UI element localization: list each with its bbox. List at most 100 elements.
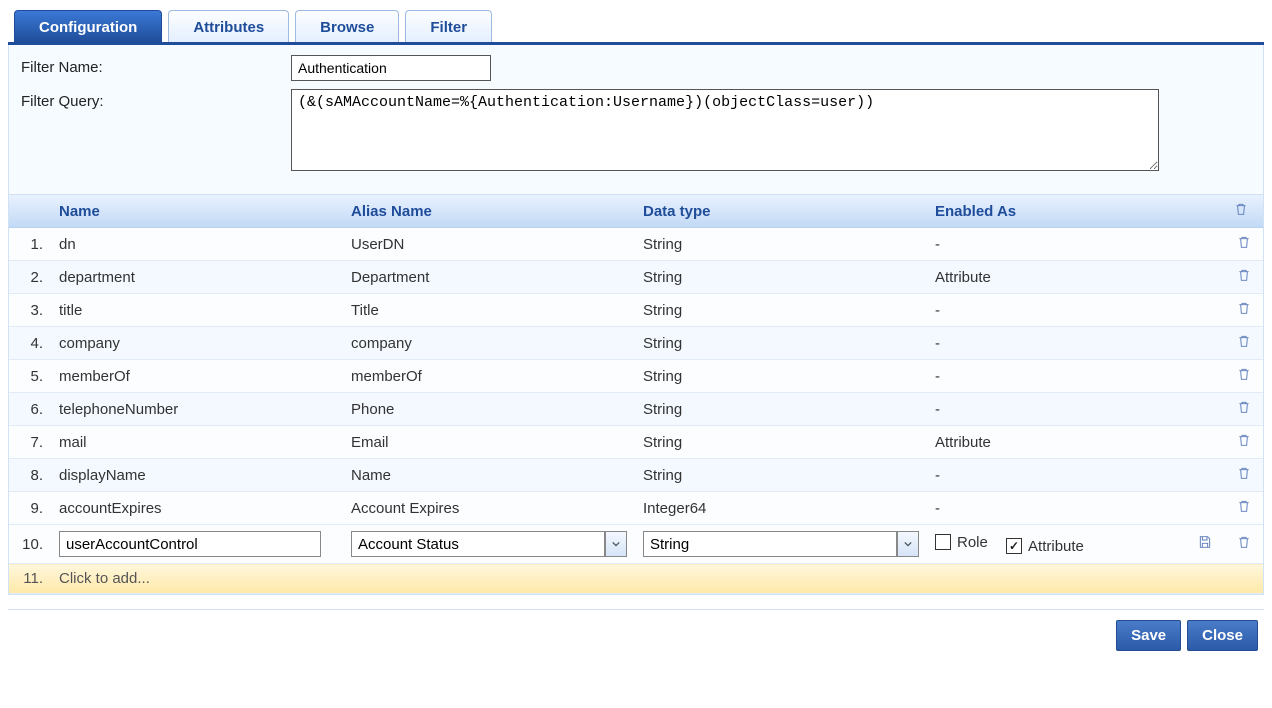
row-type-combo[interactable]	[643, 531, 919, 557]
row-name: displayName	[51, 459, 343, 492]
attribute-checkbox-label: Attribute	[1028, 538, 1084, 555]
col-alias-name[interactable]: Alias Name	[343, 195, 635, 228]
row-alias: memberOf	[343, 360, 635, 393]
row-name: department	[51, 261, 343, 294]
row-index: 6.	[9, 393, 51, 426]
row-enabled: -	[927, 393, 1225, 426]
row-alias: Email	[343, 426, 635, 459]
delete-row-icon[interactable]	[1236, 534, 1252, 550]
col-index	[9, 195, 51, 228]
row-name: memberOf	[51, 360, 343, 393]
col-name[interactable]: Name	[51, 195, 343, 228]
row-enabled: Attribute	[927, 261, 1225, 294]
row-enabled: -	[927, 360, 1225, 393]
role-checkbox-label: Role	[957, 534, 988, 551]
delete-row-icon[interactable]	[1236, 333, 1252, 349]
table-row[interactable]: 1.dnUserDNString-	[9, 228, 1263, 261]
chevron-down-icon[interactable]	[897, 531, 919, 557]
row-type: String	[635, 393, 927, 426]
delete-row-icon[interactable]	[1236, 465, 1252, 481]
role-checkbox[interactable]: Role	[935, 534, 988, 551]
delete-row-icon[interactable]	[1236, 234, 1252, 250]
row-type: String	[635, 294, 927, 327]
row-index: 8.	[9, 459, 51, 492]
table-row[interactable]: 2.departmentDepartmentStringAttribute	[9, 261, 1263, 294]
table-row[interactable]: 7.mailEmailStringAttribute	[9, 426, 1263, 459]
row-enabled: Attribute	[927, 426, 1225, 459]
row-type: String	[635, 459, 927, 492]
tab-configuration[interactable]: Configuration	[14, 10, 162, 42]
table-row[interactable]: 8.displayNameNameString-	[9, 459, 1263, 492]
config-panel: Configuration Attributes Browse Filter F…	[0, 0, 1272, 667]
row-enabled: -	[927, 327, 1225, 360]
row-index: 7.	[9, 426, 51, 459]
footer: Save Close	[8, 609, 1264, 667]
col-action	[1225, 195, 1263, 228]
delete-row-icon[interactable]	[1236, 432, 1252, 448]
row-name: mail	[51, 426, 343, 459]
delete-row-icon[interactable]	[1236, 300, 1252, 316]
table-row[interactable]: 4.companycompanyString-	[9, 327, 1263, 360]
row-enabled: -	[927, 294, 1225, 327]
row-enabled: -	[927, 492, 1225, 525]
tab-browse[interactable]: Browse	[295, 10, 399, 42]
delete-row-icon[interactable]	[1236, 267, 1252, 283]
row-type: String	[635, 327, 927, 360]
row-enabled: -	[927, 459, 1225, 492]
trash-icon	[1233, 201, 1249, 217]
tab-bar: Configuration Attributes Browse Filter	[8, 10, 1264, 45]
row-name: telephoneNumber	[51, 393, 343, 426]
row-name: dn	[51, 228, 343, 261]
table-row-editing: 10.	[9, 525, 1263, 564]
row-name-input[interactable]	[59, 531, 321, 557]
close-button[interactable]: Close	[1187, 620, 1258, 651]
save-button[interactable]: Save	[1116, 620, 1181, 651]
row-index: 3.	[9, 294, 51, 327]
table-row-add[interactable]: 11. Click to add...	[9, 564, 1263, 594]
chevron-down-icon[interactable]	[605, 531, 627, 557]
row-alias: Account Expires	[343, 492, 635, 525]
row-type: Integer64	[635, 492, 927, 525]
table-row[interactable]: 6.telephoneNumberPhoneString-	[9, 393, 1263, 426]
row-index: 1.	[9, 228, 51, 261]
col-data-type[interactable]: Data type	[635, 195, 927, 228]
row-index: 5.	[9, 360, 51, 393]
row-alias-combo[interactable]	[351, 531, 627, 557]
filter-name-input[interactable]	[291, 55, 491, 81]
row-type: String	[635, 360, 927, 393]
row-index: 9.	[9, 492, 51, 525]
delete-row-icon[interactable]	[1236, 498, 1252, 514]
add-row-text[interactable]: Click to add...	[51, 564, 1263, 594]
save-row-icon[interactable]	[1197, 534, 1213, 550]
row-index: 11.	[9, 564, 51, 594]
table-row[interactable]: 9.accountExpiresAccount ExpiresInteger64…	[9, 492, 1263, 525]
row-alias-input[interactable]	[351, 531, 605, 557]
filter-form: Filter Name: Filter Query:	[8, 45, 1264, 195]
delete-row-icon[interactable]	[1236, 399, 1252, 415]
row-type: String	[635, 426, 927, 459]
row-index: 4.	[9, 327, 51, 360]
col-enabled-as[interactable]: Enabled As	[927, 195, 1225, 228]
row-alias: Title	[343, 294, 635, 327]
tab-filter[interactable]: Filter	[405, 10, 492, 42]
checkbox-icon	[1006, 538, 1022, 554]
tab-attributes[interactable]: Attributes	[168, 10, 289, 42]
filter-query-label: Filter Query:	[21, 89, 291, 110]
row-name: company	[51, 327, 343, 360]
delete-row-icon[interactable]	[1236, 366, 1252, 382]
attribute-checkbox[interactable]: Attribute	[1006, 538, 1084, 555]
row-alias: company	[343, 327, 635, 360]
filter-query-input[interactable]	[291, 89, 1159, 171]
attribute-table: Name Alias Name Data type Enabled As 1.d…	[8, 195, 1264, 595]
table-row[interactable]: 5.memberOfmemberOfString-	[9, 360, 1263, 393]
row-name: accountExpires	[51, 492, 343, 525]
row-enabled: -	[927, 228, 1225, 261]
filter-name-label: Filter Name:	[21, 55, 291, 76]
row-type-input[interactable]	[643, 531, 897, 557]
table-row[interactable]: 3.titleTitleString-	[9, 294, 1263, 327]
checkbox-icon	[935, 534, 951, 550]
row-alias: UserDN	[343, 228, 635, 261]
row-index: 2.	[9, 261, 51, 294]
row-alias: Department	[343, 261, 635, 294]
row-name: title	[51, 294, 343, 327]
